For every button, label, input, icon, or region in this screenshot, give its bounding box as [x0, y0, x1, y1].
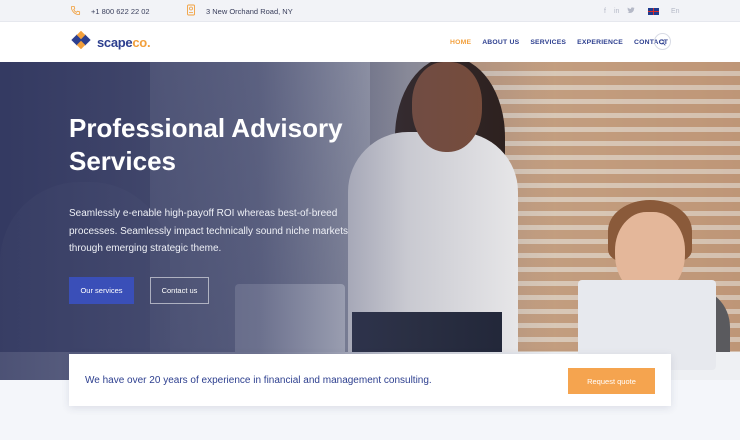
experience-text: We have over 20 years of experience in f…: [85, 374, 432, 386]
nav-services[interactable]: SERVICES: [530, 39, 566, 46]
search-button[interactable]: [654, 33, 671, 50]
search-icon: [659, 33, 666, 51]
language-label: En: [671, 7, 680, 15]
hero-description: Seamlessly e-enable high-payoff ROI wher…: [69, 208, 349, 254]
phone-info[interactable]: +1 800 622 22 02: [70, 0, 150, 22]
contact-us-button[interactable]: Contact us: [150, 277, 209, 304]
language-switcher[interactable]: En: [648, 0, 680, 22]
main-nav: HOME ABOUT US SERVICES EXPERIENCE CONTAC…: [450, 22, 668, 62]
logo-mark-icon: [69, 30, 93, 54]
phone-icon: [70, 5, 81, 18]
request-quote-button[interactable]: Request quote: [568, 368, 655, 394]
location-icon: [186, 4, 196, 18]
nav-home[interactable]: HOME: [450, 39, 471, 46]
linkedin-icon[interactable]: in: [614, 8, 619, 15]
logo-main: scape: [97, 35, 133, 50]
logo-accent: co.: [132, 35, 151, 50]
our-services-button[interactable]: Our services: [69, 277, 134, 304]
experience-banner: We have over 20 years of experience in f…: [69, 354, 671, 406]
social-links: f in: [604, 0, 636, 22]
facebook-icon[interactable]: f: [604, 8, 606, 15]
address-info: 3 New Orchand Road, NY: [186, 0, 293, 22]
logo[interactable]: scapeco.: [69, 30, 151, 54]
nav-about-us[interactable]: ABOUT US: [482, 39, 519, 46]
main-header: scapeco. HOME ABOUT US SERVICES EXPERIEN…: [0, 22, 740, 62]
twitter-icon[interactable]: [627, 6, 636, 16]
hero-title: Professional Advisory Services: [69, 113, 343, 176]
logo-text: scapeco.: [97, 35, 151, 50]
top-bar: +1 800 622 22 02 3 New Orchand Road, NY …: [0, 0, 740, 22]
uk-flag-icon: [648, 7, 659, 15]
nav-experience[interactable]: EXPERIENCE: [577, 39, 623, 46]
phone-number: +1 800 622 22 02: [91, 6, 150, 16]
hero-section: Professional Advisory Services Seamlessl…: [0, 62, 740, 380]
address-text: 3 New Orchand Road, NY: [206, 6, 293, 16]
